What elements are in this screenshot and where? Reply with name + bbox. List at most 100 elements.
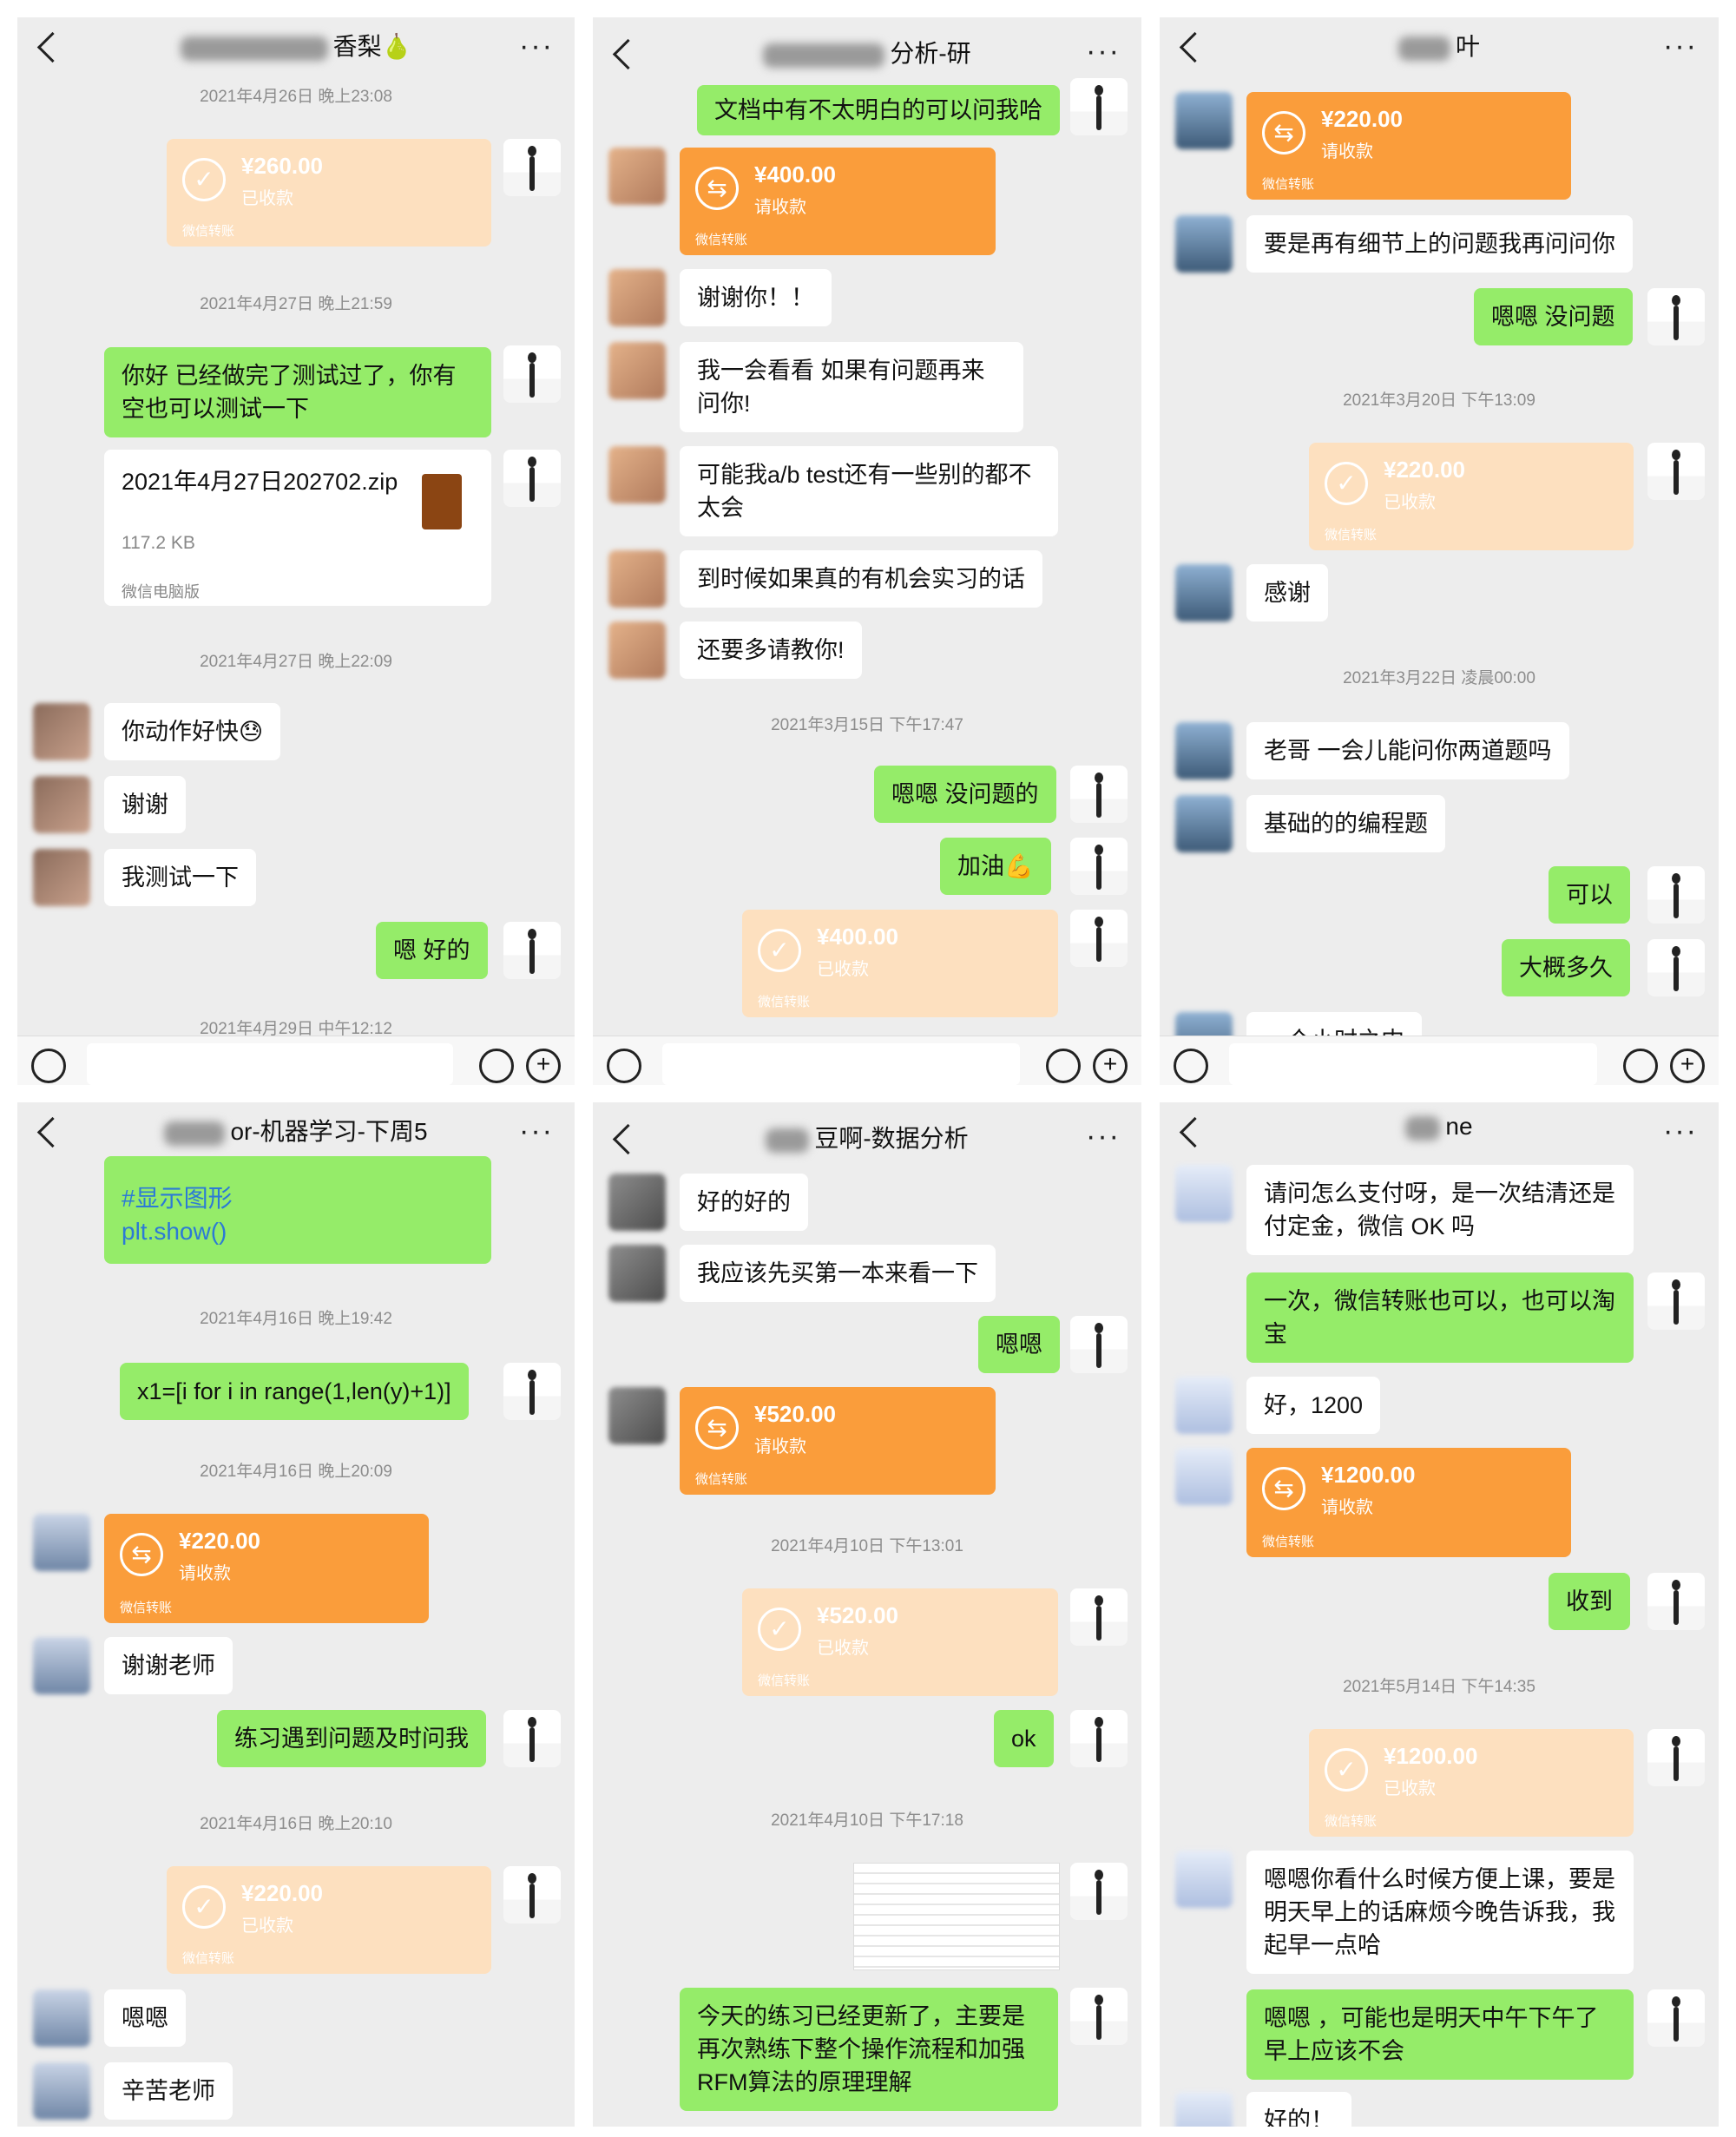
- avatar[interactable]: [503, 1710, 561, 1767]
- avatar[interactable]: [1175, 1851, 1233, 1908]
- avatar[interactable]: [1070, 910, 1128, 967]
- plus-icon[interactable]: +: [1093, 1049, 1128, 1083]
- avatar[interactable]: [1070, 78, 1128, 135]
- avatar[interactable]: [1070, 766, 1128, 823]
- avatar[interactable]: [1070, 1710, 1128, 1767]
- avatar[interactable]: [1175, 564, 1233, 621]
- avatar[interactable]: [503, 345, 561, 403]
- avatar[interactable]: [1175, 215, 1233, 273]
- voice-icon[interactable]: [31, 1049, 66, 1083]
- avatar[interactable]: [1647, 1272, 1705, 1330]
- avatar[interactable]: [33, 2062, 90, 2120]
- chevron-left-icon[interactable]: [1179, 1116, 1211, 1148]
- transfer-card[interactable]: ⇆ ¥520.00 请收款 微信转账: [680, 1387, 996, 1495]
- transfer-label: 微信转账: [758, 1673, 811, 1688]
- avatar[interactable]: [503, 1866, 561, 1923]
- transfer-label: 微信转账: [1325, 528, 1378, 542]
- chevron-left-icon[interactable]: [612, 38, 644, 70]
- message-input[interactable]: [87, 1043, 453, 1085]
- avatar[interactable]: [1070, 1316, 1128, 1373]
- avatar[interactable]: [1070, 1988, 1128, 2045]
- plus-icon[interactable]: +: [1670, 1049, 1705, 1083]
- message-input[interactable]: [662, 1043, 1020, 1085]
- avatar[interactable]: [1647, 1573, 1705, 1630]
- voice-icon[interactable]: [1174, 1049, 1208, 1083]
- avatar[interactable]: [608, 446, 666, 503]
- avatar[interactable]: [1647, 443, 1705, 500]
- avatar[interactable]: [1175, 795, 1233, 852]
- message-bubble-received: 好，1200: [1246, 1377, 1381, 1434]
- transfer-label: 微信转账: [1325, 1814, 1378, 1829]
- transfer-card-received[interactable]: ✓ ¥1200.00 已收款 微信转账: [1309, 1729, 1634, 1837]
- avatar[interactable]: [1175, 1377, 1233, 1434]
- avatar[interactable]: [33, 776, 90, 833]
- transfer-card-received[interactable]: ✓ ¥400.00 已收款 微信转账: [742, 910, 1058, 1017]
- avatar[interactable]: [608, 269, 666, 326]
- avatar[interactable]: [33, 1514, 90, 1571]
- image-thumbnail[interactable]: [853, 1863, 1060, 1970]
- transfer-card-received[interactable]: ✓ ¥260.00 已收款 微信转账: [167, 139, 491, 247]
- avatar[interactable]: [1175, 2092, 1233, 2127]
- avatar[interactable]: [33, 1637, 90, 1694]
- avatar[interactable]: [1647, 1989, 1705, 2047]
- avatar[interactable]: [1070, 838, 1128, 895]
- avatar[interactable]: [1070, 1863, 1128, 1920]
- transfer-status: 已收款: [817, 960, 869, 979]
- ellipsis-icon[interactable]: ···: [519, 30, 554, 63]
- ellipsis-icon[interactable]: ···: [519, 1115, 554, 1148]
- avatar[interactable]: [1647, 939, 1705, 996]
- avatar[interactable]: [608, 1245, 666, 1302]
- chevron-left-icon[interactable]: [36, 1116, 69, 1148]
- emoji-icon[interactable]: [479, 1049, 514, 1083]
- transfer-amount: ¥520.00: [817, 1602, 898, 1628]
- message-bubble-sent: 加油💪: [940, 838, 1051, 895]
- file-card[interactable]: 2021年4月27日202702.zip 117.2 KB 微信电脑版: [104, 450, 491, 606]
- emoji-icon[interactable]: [1046, 1049, 1081, 1083]
- avatar[interactable]: [608, 148, 666, 205]
- avatar[interactable]: [608, 1387, 666, 1444]
- avatar[interactable]: [33, 1989, 90, 2047]
- avatar[interactable]: [503, 922, 561, 979]
- emoji-icon[interactable]: [1623, 1049, 1658, 1083]
- avatar[interactable]: [1175, 1448, 1233, 1505]
- avatar[interactable]: [1647, 866, 1705, 924]
- avatar[interactable]: [1647, 1729, 1705, 1786]
- transfer-card[interactable]: ⇆ ¥220.00 请收款 微信转账: [104, 1514, 429, 1623]
- input-bar: +: [593, 1036, 1141, 1085]
- avatar[interactable]: [608, 342, 666, 399]
- avatar[interactable]: [503, 139, 561, 196]
- transfer-arrows-icon: ⇆: [1262, 111, 1305, 155]
- transfer-card-received[interactable]: ✓ ¥520.00 已收款 微信转账: [742, 1588, 1058, 1696]
- ellipsis-icon[interactable]: ···: [1086, 35, 1121, 69]
- ellipsis-icon[interactable]: ···: [1663, 1115, 1698, 1148]
- message-input[interactable]: [1229, 1043, 1597, 1085]
- transfer-card[interactable]: ⇆ ¥1200.00 请收款 微信转账: [1246, 1448, 1571, 1557]
- transfer-card[interactable]: ⇆ ¥220.00 请收款 微信转账: [1246, 92, 1571, 200]
- avatar[interactable]: [1175, 92, 1233, 149]
- transfer-status: 请收款: [1321, 1498, 1373, 1517]
- chevron-left-icon[interactable]: [36, 31, 69, 63]
- ellipsis-icon[interactable]: ···: [1663, 30, 1698, 63]
- transfer-card-received[interactable]: ✓ ¥220.00 已收款 微信转账: [167, 1866, 491, 1974]
- transfer-amount: ¥1200.00: [1384, 1743, 1478, 1769]
- avatar[interactable]: [608, 1174, 666, 1231]
- avatar[interactable]: [1175, 1165, 1233, 1222]
- voice-icon[interactable]: [607, 1049, 641, 1083]
- avatar[interactable]: [1070, 1588, 1128, 1646]
- avatar[interactable]: [503, 1363, 561, 1420]
- avatar[interactable]: [608, 621, 666, 679]
- transfer-card-received[interactable]: ✓ ¥220.00 已收款 微信转账: [1309, 443, 1634, 550]
- ellipsis-icon[interactable]: ···: [1086, 1120, 1121, 1154]
- avatar[interactable]: [1647, 288, 1705, 345]
- avatar[interactable]: [503, 450, 561, 507]
- chat-title: ne: [1220, 1113, 1658, 1141]
- chevron-left-icon[interactable]: [1179, 31, 1211, 63]
- avatar[interactable]: [1175, 722, 1233, 779]
- avatar[interactable]: [608, 550, 666, 608]
- avatar[interactable]: [33, 703, 90, 760]
- avatar[interactable]: [33, 849, 90, 906]
- transfer-amount: ¥220.00: [1384, 457, 1465, 483]
- plus-icon[interactable]: +: [526, 1049, 561, 1083]
- transfer-card[interactable]: ⇆ ¥400.00 请收款 微信转账: [680, 148, 996, 255]
- chevron-left-icon[interactable]: [612, 1123, 644, 1155]
